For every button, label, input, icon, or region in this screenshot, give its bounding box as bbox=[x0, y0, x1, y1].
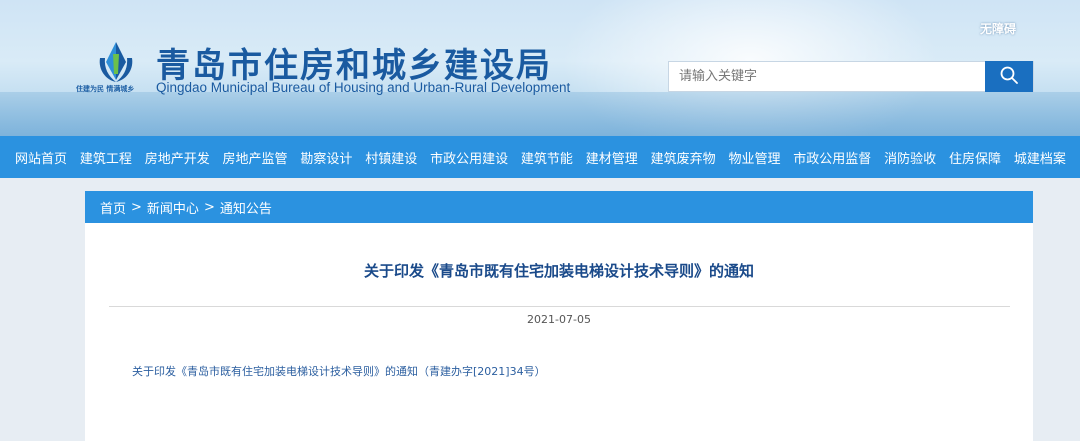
nav-item-real-estate-supervision[interactable]: 房地产监管 bbox=[223, 148, 288, 167]
search-input[interactable] bbox=[669, 62, 987, 91]
nav-item-municipal-supervision[interactable]: 市政公用监督 bbox=[793, 148, 871, 167]
nav-item-waste[interactable]: 建筑废弃物 bbox=[651, 148, 716, 167]
nav-item-materials[interactable]: 建材管理 bbox=[586, 148, 638, 167]
nav-item-housing-security[interactable]: 住房保障 bbox=[949, 148, 1001, 167]
header-sea-background bbox=[0, 92, 1080, 136]
nav-item-municipal-construction[interactable]: 市政公用建设 bbox=[430, 148, 508, 167]
article-date: 2021-07-05 bbox=[527, 313, 591, 326]
breadcrumb-notices[interactable]: 通知公告 bbox=[220, 198, 272, 217]
breadcrumb-home[interactable]: 首页 bbox=[100, 198, 126, 217]
nav-item-construction[interactable]: 建筑工程 bbox=[80, 148, 132, 167]
attachment-link[interactable]: 关于印发《青岛市既有住宅加装电梯设计技术导则》的通知（青建办字[2021]34号… bbox=[132, 363, 546, 379]
breadcrumb: 首页 > 新闻中心 > 通知公告 bbox=[85, 191, 1033, 223]
nav-item-property-management[interactable]: 物业管理 bbox=[728, 148, 780, 167]
content-card: 首页 > 新闻中心 > 通知公告 关于印发《青岛市既有住宅加装电梯设计技术导则》… bbox=[85, 191, 1033, 441]
search-box bbox=[668, 61, 1034, 92]
search-button[interactable] bbox=[985, 61, 1033, 92]
breadcrumb-news-center[interactable]: 新闻中心 bbox=[147, 198, 199, 217]
nav-item-real-estate-development[interactable]: 房地产开发 bbox=[145, 148, 210, 167]
site-title-en: Qingdao Municipal Bureau of Housing and … bbox=[156, 80, 571, 95]
nav-item-home[interactable]: 网站首页 bbox=[15, 148, 67, 167]
main-nav: 网站首页 建筑工程 房地产开发 房地产监管 勘察设计 村镇建设 市政公用建设 建… bbox=[0, 136, 1080, 178]
nav-item-survey-design[interactable]: 勘察设计 bbox=[300, 148, 352, 167]
site-header: 无障碍 住建为民 情满城乡 青岛市住房和城乡建设局 Qingdao Munici… bbox=[0, 0, 1080, 136]
breadcrumb-separator: > bbox=[131, 199, 142, 215]
nav-item-village-town[interactable]: 村镇建设 bbox=[365, 148, 417, 167]
nav-item-fire-acceptance[interactable]: 消防验收 bbox=[884, 148, 936, 167]
search-icon bbox=[999, 65, 1019, 89]
breadcrumb-separator: > bbox=[203, 199, 215, 215]
nav-item-archives[interactable]: 城建档案 bbox=[1014, 148, 1066, 167]
qingdao-housing-bureau-logo-icon[interactable] bbox=[96, 40, 136, 84]
article-title: 关于印发《青岛市既有住宅加装电梯设计技术导则》的通知 bbox=[363, 262, 754, 280]
logo-slogan: 住建为民 情满城乡 bbox=[76, 85, 135, 93]
nav-item-energy-saving[interactable]: 建筑节能 bbox=[521, 148, 573, 167]
accessibility-link[interactable]: 无障碍 bbox=[980, 20, 1016, 37]
title-divider bbox=[109, 306, 1010, 307]
